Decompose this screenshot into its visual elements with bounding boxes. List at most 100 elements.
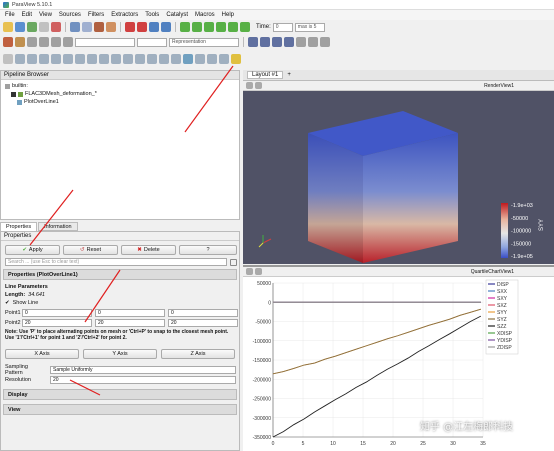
camera-icon[interactable] — [70, 22, 80, 32]
save-state-icon[interactable] — [27, 22, 37, 32]
screenshot-icon[interactable] — [82, 22, 92, 32]
representation-select[interactable]: Representation — [169, 37, 239, 47]
show-line-checkbox[interactable]: ✔ Show Line — [5, 300, 38, 306]
tab-properties[interactable]: Properties — [0, 222, 38, 231]
point1-x[interactable]: 0 — [22, 309, 92, 317]
chart-settings-icon[interactable] — [246, 268, 253, 275]
center-axes-icon[interactable] — [296, 37, 306, 47]
sampling-pattern-select[interactable]: Sample Uniformly — [50, 366, 236, 374]
menu-filters[interactable]: Filters — [88, 12, 104, 18]
calculator-icon[interactable] — [3, 54, 13, 64]
pipeline-item-builtin[interactable]: builtin: — [5, 82, 235, 90]
group-datasets-icon[interactable] — [111, 54, 121, 64]
record-icon[interactable] — [94, 22, 104, 32]
edit-colormap-icon[interactable] — [15, 37, 25, 47]
integrate-icon[interactable] — [219, 54, 229, 64]
point1-y[interactable]: 0 — [95, 309, 165, 317]
color-array-select[interactable] — [75, 37, 135, 47]
point2-y[interactable]: 20 — [95, 319, 165, 327]
pipeline-item-flac3d[interactable]: FLAC3DMesh_deformation_* — [5, 90, 235, 98]
menu-macros[interactable]: Macros — [195, 12, 215, 18]
z-axis-button[interactable]: Z Axis — [161, 349, 235, 359]
help-button[interactable]: ? — [179, 245, 237, 255]
connect-icon[interactable] — [51, 22, 61, 32]
reset-view-z-icon[interactable] — [272, 37, 282, 47]
redo-icon[interactable] — [137, 22, 147, 32]
x-axis-button[interactable]: X Axis — [5, 349, 79, 359]
reset-button[interactable]: ↺ Reset — [63, 245, 118, 255]
resample-icon[interactable] — [207, 54, 217, 64]
menu-sources[interactable]: Sources — [59, 12, 81, 18]
apply-button[interactable]: ✔ Apply — [5, 245, 60, 255]
add-layout-button[interactable]: + — [287, 72, 291, 78]
selection-icon[interactable] — [159, 54, 169, 64]
extract-level-icon[interactable] — [123, 54, 133, 64]
clip-icon[interactable] — [27, 54, 37, 64]
extract-block-icon[interactable] — [135, 54, 145, 64]
menu-file[interactable]: File — [5, 12, 15, 18]
plot-over-time-icon[interactable] — [171, 54, 181, 64]
checkbox-checked-icon[interactable]: ✔ — [5, 300, 10, 306]
menu-help[interactable]: Help — [222, 12, 234, 18]
first-frame-icon[interactable] — [180, 22, 190, 32]
split-horizontal-icon[interactable] — [246, 82, 253, 89]
paint-icon[interactable] — [3, 37, 13, 47]
python-icon[interactable] — [106, 22, 116, 32]
layout-tab[interactable]: Layout #1 — [247, 71, 284, 79]
properties-section-header[interactable]: Properties (PlotOverLine1) — [3, 269, 237, 280]
delete-button[interactable]: ✖ Delete — [121, 245, 176, 255]
previous-frame-icon[interactable] — [192, 22, 202, 32]
threshold-filter-icon[interactable] — [147, 54, 157, 64]
menu-catalyst[interactable]: Catalyst — [166, 12, 188, 18]
menu-tools[interactable]: Tools — [145, 12, 159, 18]
time-field[interactable]: 0 — [272, 22, 293, 32]
gear-icon[interactable] — [230, 258, 237, 266]
menu-extractors[interactable]: Extractors — [111, 12, 138, 18]
next-frame-icon[interactable] — [216, 22, 226, 32]
reset-camera-icon[interactable] — [149, 22, 159, 32]
component-select[interactable] — [137, 37, 167, 47]
eye-icon[interactable] — [11, 91, 16, 97]
point2-z[interactable]: 20 — [168, 319, 238, 327]
reset-view-y-icon[interactable] — [260, 37, 270, 47]
rescale-custom-icon[interactable] — [39, 37, 49, 47]
open-file-icon[interactable] — [3, 22, 13, 32]
threshold-icon[interactable] — [51, 54, 61, 64]
render-canvas[interactable]: -1.9e+03 -50000 -100000 -150000 -1.9e+05 SYY — [243, 91, 554, 264]
rescale-visible-icon[interactable] — [51, 37, 61, 47]
rotate-90-icon[interactable] — [284, 37, 294, 47]
pipeline-item-plotoverline[interactable]: PlotOverLine1 — [5, 98, 235, 106]
orientation-axes-icon[interactable] — [308, 37, 318, 47]
slice-icon[interactable] — [39, 54, 49, 64]
stream-tracer-icon[interactable] — [87, 54, 97, 64]
contour-icon[interactable] — [15, 54, 25, 64]
menu-edit[interactable]: Edit — [22, 12, 32, 18]
reset-view-x-icon[interactable] — [248, 37, 258, 47]
time-step-spinner[interactable]: max is 5 — [294, 22, 325, 32]
extract-subset-icon[interactable] — [63, 54, 73, 64]
search-input[interactable]: Search ... (use Esc to clear text) — [5, 258, 227, 266]
plot-over-line-icon[interactable] — [183, 54, 193, 64]
resolution-field[interactable]: 20 — [50, 376, 236, 384]
display-section-header[interactable]: Display — [3, 389, 237, 400]
render-view[interactable]: -1.9e+03 -50000 -100000 -150000 -1.9e+05 SYY — [243, 91, 554, 264]
rescale-icon[interactable] — [27, 37, 37, 47]
tab-information[interactable]: Information — [38, 222, 78, 231]
rescale-temporal-icon[interactable] — [63, 37, 73, 47]
glyph-icon[interactable] — [75, 54, 85, 64]
chart-export-icon[interactable] — [255, 268, 262, 275]
zoom-data-icon[interactable] — [161, 22, 171, 32]
split-vertical-icon[interactable] — [255, 82, 262, 89]
probe-icon[interactable] — [195, 54, 205, 64]
warp-vector-icon[interactable] — [99, 54, 109, 64]
save-data-icon[interactable] — [15, 22, 25, 32]
y-axis-button[interactable]: Y Axis — [83, 349, 157, 359]
play-icon[interactable] — [204, 22, 214, 32]
view-section-header[interactable]: View — [3, 404, 237, 415]
menu-view[interactable]: View — [39, 12, 52, 18]
point1-z[interactable]: 0 — [168, 309, 238, 317]
last-frame-icon[interactable] — [228, 22, 238, 32]
ruler-icon[interactable] — [231, 54, 241, 64]
undo-icon[interactable] — [125, 22, 135, 32]
point2-x[interactable]: 20 — [22, 319, 92, 327]
